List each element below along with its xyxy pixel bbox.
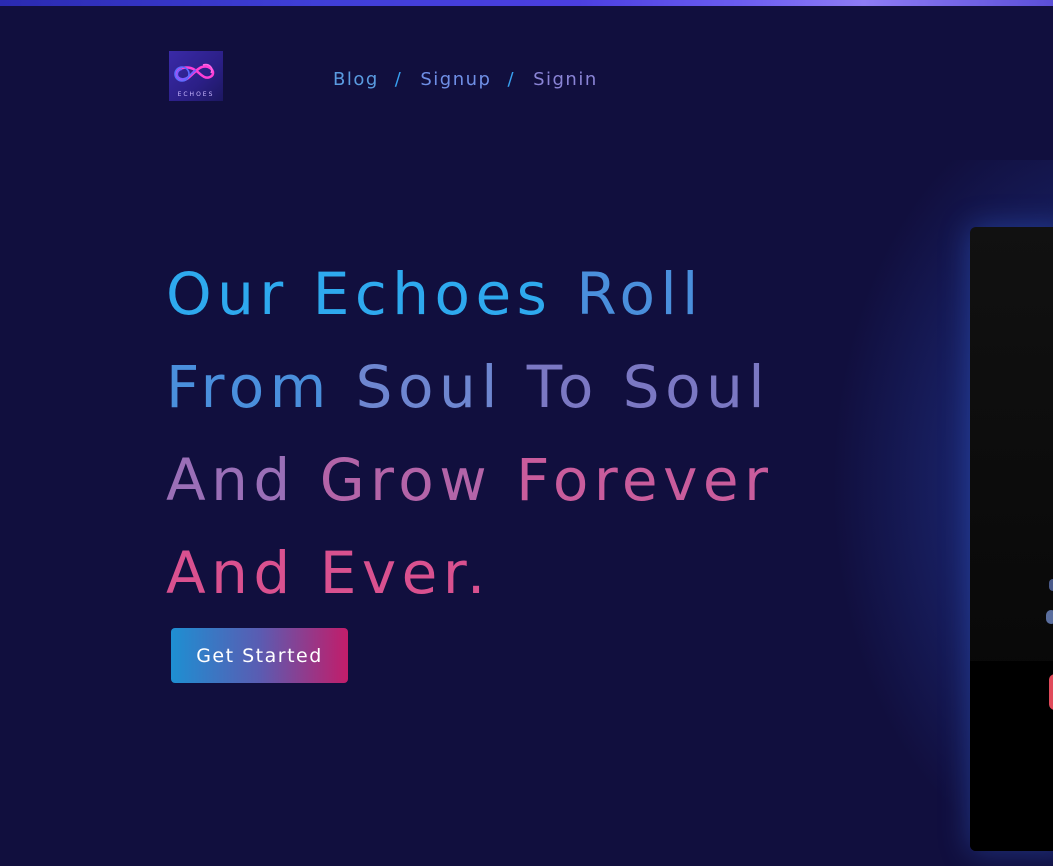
hero-word: Soul <box>355 353 503 421</box>
mockup-detail <box>1046 610 1053 624</box>
hero-word: Ever. <box>319 539 491 607</box>
phone-mockup-image <box>970 227 1053 851</box>
hero-word: Forever <box>516 446 774 514</box>
mockup-accent <box>1049 674 1053 710</box>
nav-link-signup[interactable]: Signup <box>420 69 491 90</box>
hero-line-4: And Ever. <box>166 527 846 620</box>
hero-word: Soul <box>622 353 770 421</box>
hero-line-1: Our Echoes Roll <box>166 248 846 341</box>
hero-word: And <box>166 446 296 514</box>
hero-word: Our <box>166 260 289 328</box>
mockup-detail <box>1049 579 1053 591</box>
echoes-logo[interactable]: ECHOES <box>169 51 223 101</box>
main-nav: Blog / Signup / Signin <box>333 66 598 92</box>
nav-separator: / <box>394 68 403 90</box>
nav-link-signin[interactable]: Signin <box>533 69 598 90</box>
hero-line-2: From Soul To Soul <box>166 341 846 434</box>
landing-page: ECHOES Blog / Signup / Signin Our Echoes… <box>0 0 1053 866</box>
get-started-button[interactable]: Get Started <box>171 628 348 683</box>
hero-word: Roll <box>576 260 704 328</box>
hero-line-3: And Grow Forever <box>166 434 846 527</box>
top-gradient-strip <box>0 0 1053 6</box>
hero-word: Grow <box>319 446 493 514</box>
hero-word: To <box>526 353 599 421</box>
mockup-lower-panel <box>970 661 1053 851</box>
hero-headline: Our Echoes Roll From Soul To Soul And Gr… <box>166 248 846 620</box>
hero-word: From <box>166 353 332 421</box>
nav-link-blog[interactable]: Blog <box>333 69 379 90</box>
hero-word: And <box>166 539 296 607</box>
nav-separator: / <box>507 68 516 90</box>
logo-wordmark: ECHOES <box>177 91 215 98</box>
hero-word: Echoes <box>312 260 553 328</box>
